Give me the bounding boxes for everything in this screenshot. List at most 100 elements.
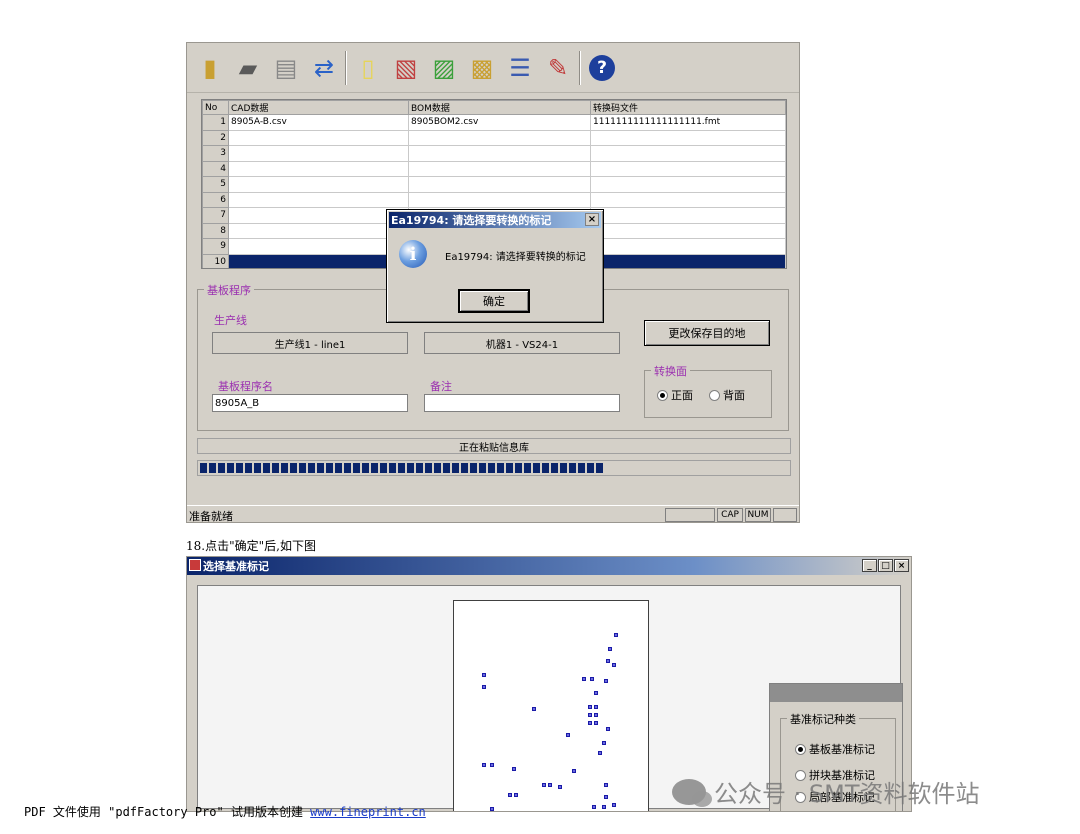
pad-marker[interactable] <box>508 793 512 797</box>
import-icon[interactable]: ▨ <box>427 51 461 85</box>
pad-marker[interactable] <box>482 763 486 767</box>
bom-cell[interactable] <box>408 160 591 177</box>
fmt-cell[interactable] <box>590 191 786 208</box>
pad-marker[interactable] <box>514 793 518 797</box>
pad-marker[interactable] <box>590 677 594 681</box>
fmt-cell[interactable]: 1111111111111111111.fmt <box>590 114 786 131</box>
bom-cell[interactable]: 8905BOM2.csv <box>408 114 591 131</box>
change-destination-button[interactable]: 更改保存目的地 <box>644 320 770 346</box>
pcb-board[interactable] <box>453 600 649 811</box>
radio-back[interactable]: 背面 <box>709 387 745 403</box>
list-icon[interactable]: ☰ <box>503 51 537 85</box>
cad-cell[interactable] <box>228 238 409 255</box>
cad-cell[interactable] <box>228 176 409 193</box>
close-icon[interactable]: × <box>894 559 909 572</box>
pad-marker[interactable] <box>566 733 570 737</box>
pad-marker[interactable] <box>582 677 586 681</box>
cad-cell[interactable]: 8905A-B.csv <box>228 114 409 131</box>
pad-marker[interactable] <box>592 805 596 809</box>
pad-marker[interactable] <box>594 713 598 717</box>
pad-marker[interactable] <box>614 633 618 637</box>
cad-cell[interactable] <box>228 222 409 239</box>
cad-cell[interactable] <box>228 191 409 208</box>
open-folder-icon[interactable]: ▮ <box>193 51 227 85</box>
bom-cell[interactable] <box>408 176 591 193</box>
col-no[interactable]: No <box>202 100 229 115</box>
comment-icon[interactable]: ▰ <box>231 51 265 85</box>
maximize-icon[interactable]: □ <box>878 559 893 572</box>
col-format-file[interactable]: 转换码文件 <box>590 100 786 115</box>
pad-marker[interactable] <box>604 795 608 799</box>
pad-marker[interactable] <box>588 713 592 717</box>
radio-front-dot[interactable] <box>657 389 668 401</box>
footer-link[interactable]: www.fineprint.cn <box>310 805 426 819</box>
pad-marker[interactable] <box>482 673 486 677</box>
fmt-cell[interactable] <box>590 129 786 146</box>
col-cad-data[interactable]: CAD数据 <box>228 100 409 115</box>
fmt-cell[interactable] <box>590 222 786 239</box>
table-row[interactable]: 2 <box>202 129 786 146</box>
col-bom-data[interactable]: BOM数据 <box>408 100 591 115</box>
pad-marker[interactable] <box>612 803 616 807</box>
minimize-icon[interactable]: _ <box>862 559 877 572</box>
convert-icon[interactable]: ▩ <box>465 51 499 85</box>
fmt-cell[interactable] <box>590 176 786 193</box>
refresh-icon[interactable]: ⇄ <box>307 51 341 85</box>
pad-marker[interactable] <box>608 647 612 651</box>
fmt-cell[interactable] <box>590 238 786 255</box>
pad-marker[interactable] <box>602 805 606 809</box>
bom-cell[interactable] <box>408 129 591 146</box>
pad-marker[interactable] <box>542 783 546 787</box>
pad-marker[interactable] <box>548 783 552 787</box>
radio-board-fiducial-dot[interactable] <box>795 743 806 755</box>
table-row[interactable]: 6 <box>202 191 786 208</box>
cad-cell[interactable] <box>228 207 409 224</box>
new-file-icon[interactable]: ▯ <box>351 51 385 85</box>
help-icon[interactable]: ? <box>585 51 619 85</box>
pad-marker[interactable] <box>602 741 606 745</box>
pad-marker[interactable] <box>594 721 598 725</box>
pad-marker[interactable] <box>594 691 598 695</box>
fmt-cell[interactable] <box>590 253 786 268</box>
ok-button[interactable]: 确定 <box>459 290 529 312</box>
pad-marker[interactable] <box>606 727 610 731</box>
pad-marker[interactable] <box>588 705 592 709</box>
settings-icon[interactable]: ✎ <box>541 51 575 85</box>
fmt-cell[interactable] <box>590 145 786 162</box>
pad-marker[interactable] <box>558 785 562 789</box>
radio-back-dot[interactable] <box>709 389 720 401</box>
pad-marker[interactable] <box>532 707 536 711</box>
bom-cell[interactable] <box>408 191 591 208</box>
pad-marker[interactable] <box>598 751 602 755</box>
pad-marker[interactable] <box>588 721 592 725</box>
cad-cell[interactable] <box>228 160 409 177</box>
pad-marker[interactable] <box>604 783 608 787</box>
pad-marker[interactable] <box>594 705 598 709</box>
cad-cell[interactable] <box>228 145 409 162</box>
pad-marker[interactable] <box>490 763 494 767</box>
pad-marker[interactable] <box>512 767 516 771</box>
table-row[interactable]: 1 8905A-B.csv 8905BOM2.csv 1111111111111111… <box>202 114 786 131</box>
line-field[interactable]: 生产线1 - line1 <box>212 332 408 354</box>
machine-field[interactable]: 机器1 - VS24-1 <box>424 332 620 354</box>
program-name-input[interactable]: 8905A_B <box>212 394 408 412</box>
table-row[interactable]: 4 <box>202 160 786 177</box>
document-edit-icon[interactable]: ▧ <box>389 51 423 85</box>
bom-cell[interactable] <box>408 145 591 162</box>
pad-marker[interactable] <box>612 663 616 667</box>
cad-cell[interactable] <box>228 253 409 268</box>
pad-marker[interactable] <box>606 659 610 663</box>
close-icon[interactable]: × <box>585 213 599 226</box>
edit-document-icon[interactable]: ▤ <box>269 51 303 85</box>
table-row[interactable]: 3 <box>202 145 786 162</box>
table-row[interactable]: 5 <box>202 176 786 193</box>
fmt-cell[interactable] <box>590 207 786 224</box>
pad-marker[interactable] <box>604 679 608 683</box>
fmt-cell[interactable] <box>590 160 786 177</box>
radio-front[interactable]: 正面 <box>657 387 693 403</box>
cad-cell[interactable] <box>228 129 409 146</box>
pad-marker[interactable] <box>482 685 486 689</box>
pad-marker[interactable] <box>490 807 494 811</box>
radio-board-fiducial[interactable]: 基板基准标记 <box>795 741 875 757</box>
pad-marker[interactable] <box>572 769 576 773</box>
